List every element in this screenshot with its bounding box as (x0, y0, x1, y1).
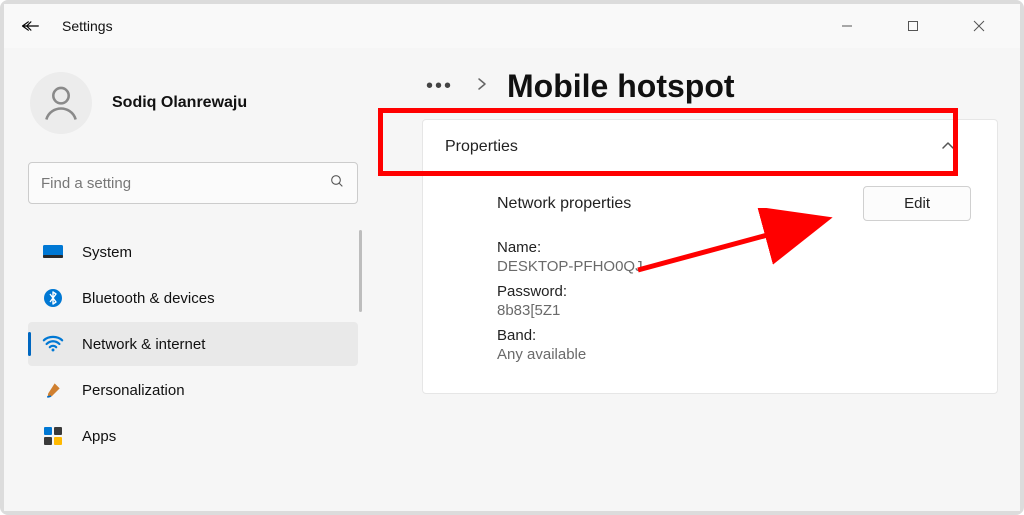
name-value: DESKTOP-PFHO0QJ (497, 258, 971, 275)
band-label: Band: (497, 327, 971, 344)
minimize-button[interactable] (826, 11, 868, 41)
properties-body: Network properties Edit Name: DESKTOP-PF… (423, 174, 997, 393)
chevron-up-icon (941, 138, 955, 156)
sidebar-item-label: Apps (82, 428, 116, 445)
password-value: 8b83[5Z1 (497, 302, 971, 319)
window-controls (826, 11, 1012, 41)
breadcrumb-ellipsis[interactable]: ••• (422, 73, 457, 100)
sidebar-scrollbar[interactable] (359, 230, 362, 312)
close-button[interactable] (958, 11, 1000, 41)
sidebar-item-apps[interactable]: Apps (28, 414, 358, 458)
system-icon (42, 241, 64, 263)
sidebar-item-personalization[interactable]: Personalization (28, 368, 358, 412)
properties-header[interactable]: Properties (423, 120, 997, 174)
sidebar-nav: System Bluetooth & devices Network & int… (28, 230, 358, 458)
sidebar-item-network[interactable]: Network & internet (28, 322, 358, 366)
sidebar-item-label: System (82, 244, 132, 261)
search-input[interactable] (41, 175, 329, 192)
back-button[interactable] (12, 8, 48, 44)
minimize-icon (841, 20, 853, 32)
user-name: Sodiq Olanrewaju (112, 94, 247, 112)
main-content: ••• Mobile hotspot Properties Network pr… (378, 48, 1020, 511)
sidebar-item-label: Network & internet (82, 336, 205, 353)
titlebar: Settings (4, 4, 1020, 48)
network-properties-heading: Network properties (497, 195, 631, 213)
brush-icon (42, 379, 64, 401)
properties-header-title: Properties (445, 138, 518, 156)
edit-button[interactable]: Edit (863, 186, 971, 221)
avatar (30, 72, 92, 134)
search-icon (329, 173, 345, 194)
maximize-icon (907, 20, 919, 32)
name-label: Name: (497, 239, 971, 256)
maximize-button[interactable] (892, 11, 934, 41)
wifi-icon (42, 333, 64, 355)
password-label: Password: (497, 283, 971, 300)
band-value: Any available (497, 346, 971, 363)
window-title: Settings (62, 18, 113, 34)
breadcrumb: ••• Mobile hotspot (422, 68, 998, 105)
search-box[interactable] (28, 162, 358, 204)
chevron-right-icon (477, 77, 487, 96)
properties-card: Properties Network properties Edit Name:… (422, 119, 998, 394)
close-icon (973, 20, 985, 32)
user-account-row[interactable]: Sodiq Olanrewaju (28, 72, 358, 134)
sidebar-item-system[interactable]: System (28, 230, 358, 274)
sidebar-item-label: Bluetooth & devices (82, 290, 215, 307)
sidebar: Sodiq Olanrewaju System (4, 48, 378, 511)
apps-icon (42, 425, 64, 447)
page-title: Mobile hotspot (507, 68, 735, 105)
sidebar-item-label: Personalization (82, 382, 185, 399)
bluetooth-icon (42, 287, 64, 309)
sidebar-item-bluetooth[interactable]: Bluetooth & devices (28, 276, 358, 320)
avatar-icon (39, 81, 83, 125)
